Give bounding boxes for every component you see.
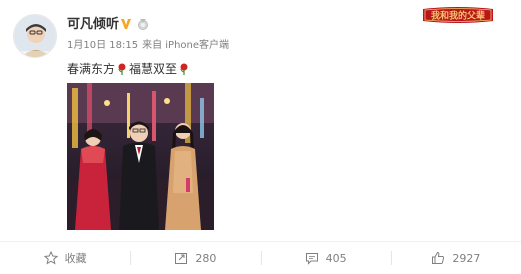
verified-v-icon [121, 19, 131, 29]
star-icon [43, 251, 58, 265]
member-medal-icon[interactable] [137, 18, 149, 31]
action-bar: 收藏 280 405 2927 [0, 241, 521, 274]
promo-banner-text: 我和我的父辈 [431, 10, 485, 22]
repost-count: 280 [195, 251, 217, 265]
post-text-part1: 春满东方 [67, 62, 116, 76]
comment-icon [305, 253, 318, 265]
favorite-label: 收藏 [64, 252, 87, 265]
post-content: 春满东方 福慧双至 [67, 62, 191, 76]
comment-button[interactable]: 405 [260, 242, 391, 274]
post-meta: 1月10日 18:15 来自 iPhone客户端 [67, 40, 229, 52]
repost-button[interactable]: 280 [130, 242, 260, 274]
thumbs-up-icon [432, 251, 445, 264]
post-source: 来自 iPhone客户端 [142, 40, 230, 51]
rose-icon [118, 63, 126, 75]
post-photo[interactable] [67, 83, 214, 230]
like-button[interactable]: 2927 [390, 242, 521, 274]
weibo-post-card: 可凡倾听 1月10日 18:15 来自 iPhone客户端 我和我的父辈 春满东方… [0, 0, 521, 274]
rose-icon [180, 63, 188, 75]
post-time[interactable]: 1月10日 18:15 [67, 40, 138, 51]
repost-icon [175, 253, 188, 264]
comment-count: 405 [325, 251, 347, 265]
user-avatar[interactable] [13, 14, 57, 58]
favorite-button[interactable]: 收藏 [0, 242, 130, 274]
like-count: 2927 [452, 251, 481, 265]
username[interactable]: 可凡倾听 [67, 17, 119, 33]
promo-banner[interactable]: 我和我的父辈 [421, 6, 495, 24]
post-text-part2: 福慧双至 [129, 62, 178, 76]
